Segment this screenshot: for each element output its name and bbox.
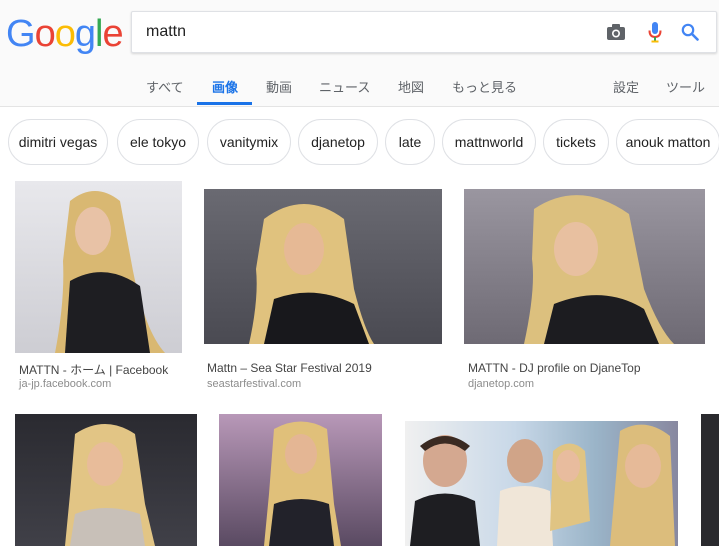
tools-link[interactable]: ツール [666, 77, 705, 107]
logo-letter: o [54, 13, 76, 55]
result-thumbnail[interactable] [204, 189, 442, 344]
related-search-chips: dimitri vegas ele tokyo vanitymix djanet… [0, 119, 719, 169]
result-thumbnail[interactable] [405, 421, 678, 546]
logo-letter: o [34, 13, 56, 55]
result-title[interactable]: Mattn – Sea Star Festival 2019 [207, 361, 372, 375]
search-box [131, 11, 717, 53]
logo-letter: G [6, 13, 36, 55]
microphone-icon[interactable] [643, 20, 667, 44]
result-domain: djanetop.com [468, 378, 535, 390]
chip-djanetop[interactable]: djanetop [298, 119, 378, 165]
result-thumbnail[interactable] [701, 414, 719, 546]
result-domain: ja-jp.facebook.com [19, 378, 112, 390]
camera-icon[interactable] [604, 20, 628, 44]
settings-link[interactable]: 設定 [613, 77, 639, 107]
result-title[interactable]: MATTN - ホーム | Facebook [19, 361, 168, 378]
chip-vanitymix[interactable]: vanitymix [207, 119, 291, 165]
logo-letter: e [102, 13, 123, 55]
search-input[interactable] [146, 22, 586, 42]
tab-more[interactable]: もっと見る [452, 77, 517, 107]
chip-tickets[interactable]: tickets [543, 119, 609, 165]
active-tab-indicator [197, 102, 252, 105]
google-logo[interactable]: Google [6, 12, 124, 56]
result-domain: seastarfestival.com [207, 378, 302, 390]
chip-anouk-matton[interactable]: anouk matton [616, 119, 719, 165]
header-bar: Google すべて 画像 動画 [0, 0, 719, 107]
tab-news[interactable]: ニュース [319, 77, 370, 107]
result-thumbnail[interactable] [219, 414, 382, 546]
tab-all[interactable]: すべて [146, 77, 184, 107]
chip-late[interactable]: late [385, 119, 435, 165]
search-icon[interactable] [678, 20, 702, 44]
chip-ele-tokyo[interactable]: ele tokyo [117, 119, 199, 165]
tab-videos[interactable]: 動画 [266, 77, 292, 107]
chip-dimitri-vegas[interactable]: dimitri vegas [8, 119, 108, 165]
result-thumbnail[interactable] [15, 414, 197, 546]
logo-letter: g [74, 13, 96, 55]
result-title[interactable]: MATTN - DJ profile on DjaneTop [468, 361, 641, 375]
result-thumbnail[interactable] [464, 189, 705, 344]
tab-maps[interactable]: 地図 [398, 77, 424, 107]
result-thumbnail[interactable] [15, 181, 182, 353]
chip-mattnworld[interactable]: mattnworld [442, 119, 536, 165]
